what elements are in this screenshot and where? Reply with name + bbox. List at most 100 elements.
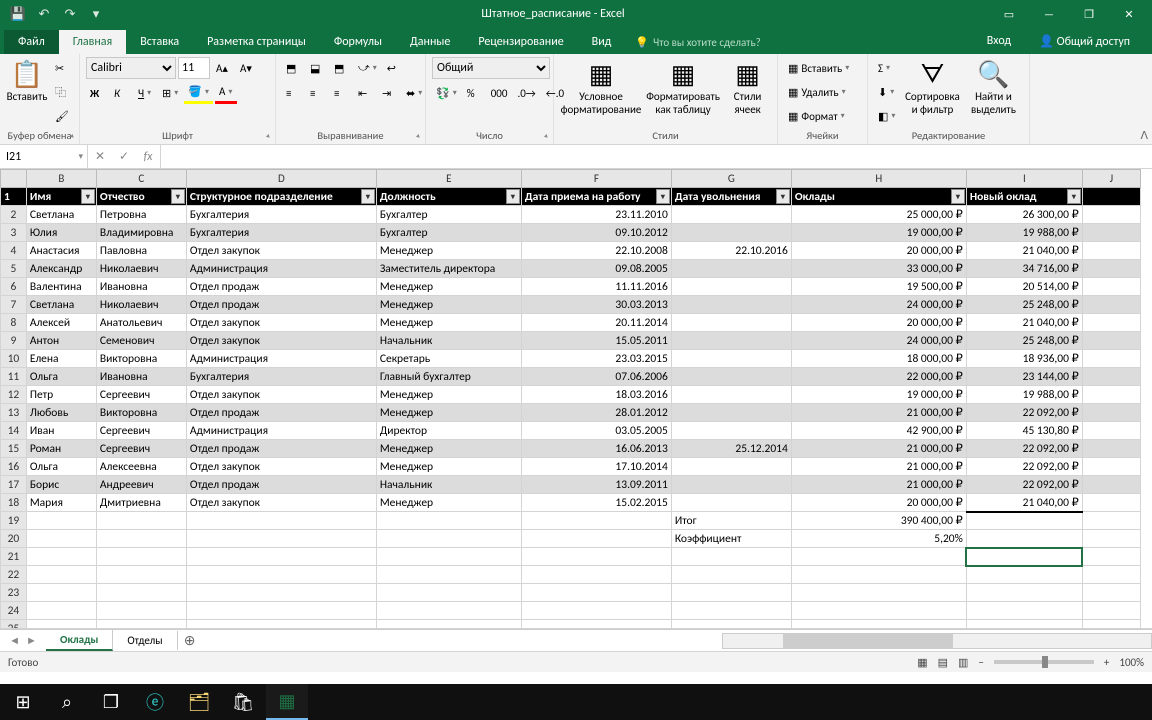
cell[interactable]: 22 092,00 ₽	[966, 440, 1082, 458]
cell[interactable]	[26, 602, 96, 620]
table-header[interactable]: Должность▾	[376, 188, 521, 206]
cell[interactable]: Менеджер	[376, 494, 521, 512]
cell[interactable]: 23.11.2010	[521, 206, 671, 224]
increase-font-icon[interactable]: A▴	[212, 57, 234, 79]
cell[interactable]: 45 130,80 ₽	[966, 422, 1082, 440]
cell[interactable]: 21 000,00 ₽	[791, 458, 966, 476]
cell[interactable]	[376, 548, 521, 566]
row-header[interactable]: 12	[1, 386, 27, 404]
cell[interactable]: 24 000,00 ₽	[791, 332, 966, 350]
cell[interactable]	[96, 548, 186, 566]
cell[interactable]	[1082, 386, 1140, 404]
cell[interactable]: Викторовна	[96, 404, 186, 422]
row-header[interactable]: 16	[1, 458, 27, 476]
cell[interactable]	[376, 566, 521, 584]
cell[interactable]: Директор	[376, 422, 521, 440]
row-header[interactable]: 5	[1, 260, 27, 278]
cell[interactable]: Александр	[26, 260, 96, 278]
add-sheet-icon[interactable]: ⊕	[178, 632, 202, 649]
row-header[interactable]: 7	[1, 296, 27, 314]
cell[interactable]: 21 000,00 ₽	[791, 404, 966, 422]
cell[interactable]: 25.12.2014	[671, 440, 791, 458]
normal-view-icon[interactable]: ▦	[917, 656, 927, 669]
col-header[interactable]: J	[1082, 170, 1140, 188]
cell[interactable]: Дмитриевна	[96, 494, 186, 512]
sheet-next-icon[interactable]: ►	[26, 634, 37, 647]
redo-icon[interactable]: ↷	[58, 3, 82, 25]
minimize-icon[interactable]: —	[1032, 3, 1066, 25]
cell[interactable]	[671, 314, 791, 332]
cell[interactable]	[671, 224, 791, 242]
cell[interactable]: 13.09.2011	[521, 476, 671, 494]
cell[interactable]: Бухгалтерия	[186, 224, 376, 242]
cell[interactable]	[671, 386, 791, 404]
filter-icon[interactable]: ▾	[506, 189, 520, 204]
cell[interactable]	[671, 422, 791, 440]
cell[interactable]: Отдел закупок	[186, 458, 376, 476]
cell[interactable]: 23.03.2015	[521, 350, 671, 368]
copy-icon[interactable]: ⿻	[51, 81, 73, 103]
cell[interactable]	[1082, 350, 1140, 368]
cell[interactable]: 07.06.2006	[521, 368, 671, 386]
cell[interactable]: 22 092,00 ₽	[966, 476, 1082, 494]
cell[interactable]	[186, 566, 376, 584]
row-header[interactable]: 23	[1, 584, 27, 602]
cell[interactable]: Алексей	[26, 314, 96, 332]
cell[interactable]	[1082, 278, 1140, 296]
maximize-icon[interactable]: ❐	[1072, 3, 1106, 25]
cell[interactable]: Ольга	[26, 458, 96, 476]
excel-taskbar-icon[interactable]: ▦	[266, 684, 308, 720]
filter-icon[interactable]: ▾	[81, 189, 95, 204]
cell[interactable]: 17.10.2014	[521, 458, 671, 476]
cell[interactable]: Менеджер	[376, 296, 521, 314]
cell[interactable]	[26, 566, 96, 584]
cell[interactable]: 25 248,00 ₽	[966, 296, 1082, 314]
cell-styles-button[interactable]: ▦Стили ячеек	[724, 57, 771, 116]
row-header[interactable]: 18	[1, 494, 27, 512]
cell[interactable]: Светлана	[26, 206, 96, 224]
row-header[interactable]: 9	[1, 332, 27, 350]
table-header[interactable]: Новый оклад▾	[966, 188, 1082, 206]
italic-icon[interactable]: К	[110, 82, 132, 104]
number-format-select[interactable]: Общий	[432, 57, 550, 79]
cell[interactable]: 20 514,00 ₽	[966, 278, 1082, 296]
cell[interactable]: Менеджер	[376, 404, 521, 422]
align-bottom-icon[interactable]: ⬒	[330, 57, 352, 79]
cell[interactable]: Администрация	[186, 422, 376, 440]
cell[interactable]: Отдел закупок	[186, 494, 376, 512]
cell[interactable]: Бухгалтерия	[186, 206, 376, 224]
cell[interactable]: Петровна	[96, 206, 186, 224]
tell-me[interactable]: 💡 Что вы хотите сделать?	[625, 31, 770, 54]
cell[interactable]	[186, 548, 376, 566]
row-header[interactable]: 24	[1, 602, 27, 620]
tab-insert[interactable]: Вставка	[126, 30, 193, 54]
cell[interactable]: Николаевич	[96, 260, 186, 278]
cell[interactable]: Отдел продаж	[186, 404, 376, 422]
bold-icon[interactable]: Ж	[86, 82, 108, 104]
cell[interactable]: 15.02.2015	[521, 494, 671, 512]
row-header[interactable]: 2	[1, 206, 27, 224]
borders-icon[interactable]: ⊞▾	[158, 82, 182, 104]
cell[interactable]: 23 144,00 ₽	[966, 368, 1082, 386]
cell[interactable]: Бухгалтер	[376, 206, 521, 224]
undo-icon[interactable]: ↶	[32, 3, 56, 25]
cell[interactable]	[671, 296, 791, 314]
cell[interactable]	[1082, 620, 1140, 630]
cell[interactable]	[1082, 584, 1140, 602]
cell[interactable]	[791, 620, 966, 630]
row-header[interactable]: 17	[1, 476, 27, 494]
fx-icon[interactable]: fx	[136, 145, 160, 168]
cells-format-button[interactable]: ▦ Формат▾	[784, 105, 861, 127]
cell[interactable]: Начальник	[376, 332, 521, 350]
cell[interactable]	[671, 602, 791, 620]
cell[interactable]	[1082, 476, 1140, 494]
cell[interactable]	[376, 620, 521, 630]
store-icon[interactable]: 🛍	[222, 684, 264, 720]
tab-formulas[interactable]: Формулы	[320, 30, 396, 54]
cell[interactable]: Ивановна	[96, 278, 186, 296]
cell[interactable]	[26, 584, 96, 602]
cell[interactable]: Светлана	[26, 296, 96, 314]
table-header[interactable]: Структурное подразделение▾	[186, 188, 376, 206]
cell[interactable]: 19 988,00 ₽	[966, 386, 1082, 404]
cell[interactable]: 15.05.2011	[521, 332, 671, 350]
